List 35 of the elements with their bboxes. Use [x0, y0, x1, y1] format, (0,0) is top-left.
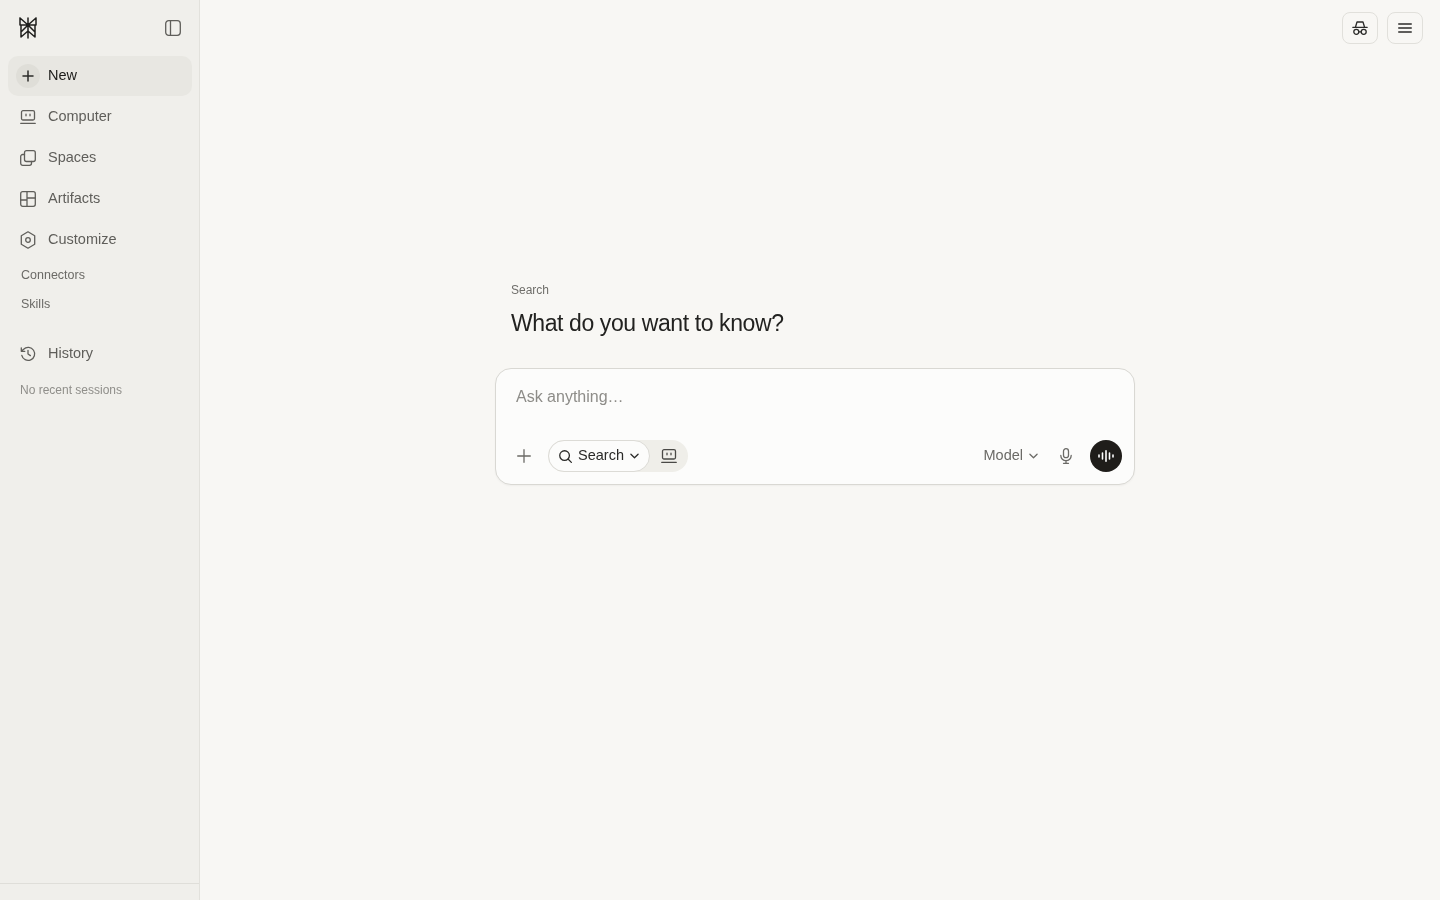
- panel-icon: [165, 20, 181, 36]
- sidebar-item[interactable]: Artifacts: [8, 179, 192, 219]
- menu-button[interactable]: [1387, 12, 1423, 44]
- sidebar-toggle-button[interactable]: [165, 20, 181, 36]
- caret-icon: [629, 453, 639, 459]
- search-icon: [559, 449, 572, 463]
- page-label: Search: [511, 282, 550, 298]
- sidebar-item[interactable]: Spaces: [8, 138, 192, 178]
- empty-history-text: No recent sessions: [20, 382, 123, 399]
- plus-icon: [16, 64, 40, 88]
- sidebar-item[interactable]: Customize: [8, 220, 192, 260]
- plus-icon: [517, 449, 531, 463]
- ask-input[interactable]: Ask anything…: [516, 385, 1114, 409]
- model-dropdown[interactable]: Model: [979, 442, 1042, 470]
- sidebar-link[interactable]: Connectors: [21, 261, 85, 290]
- new-button[interactable]: New: [8, 56, 192, 96]
- hat-and-glasses-icon: [1352, 21, 1368, 35]
- sidebar-link[interactable]: Skills: [21, 290, 51, 319]
- sidebar-item[interactable]: Computer: [8, 97, 192, 137]
- voice-mode-button[interactable]: [1090, 440, 1122, 472]
- page-heading: What do you want to know?: [511, 309, 784, 338]
- sidebar-item[interactable]: History: [8, 334, 192, 374]
- caret-icon: [1029, 453, 1038, 459]
- laptop-icon: [660, 449, 677, 463]
- logo-icon: [18, 17, 38, 39]
- microphone-icon: [1060, 448, 1072, 464]
- history-icon: [20, 346, 36, 362]
- split-square-icon: [20, 191, 36, 207]
- waveform-icon: [1098, 450, 1114, 462]
- search-mode-tab[interactable]: Search: [548, 440, 650, 472]
- hexagon-icon: [20, 231, 36, 249]
- menu-icon: [1398, 23, 1412, 33]
- incognito-button[interactable]: [1342, 12, 1378, 44]
- stacked-squares-icon: [20, 150, 36, 166]
- laptop-icon: [20, 110, 36, 124]
